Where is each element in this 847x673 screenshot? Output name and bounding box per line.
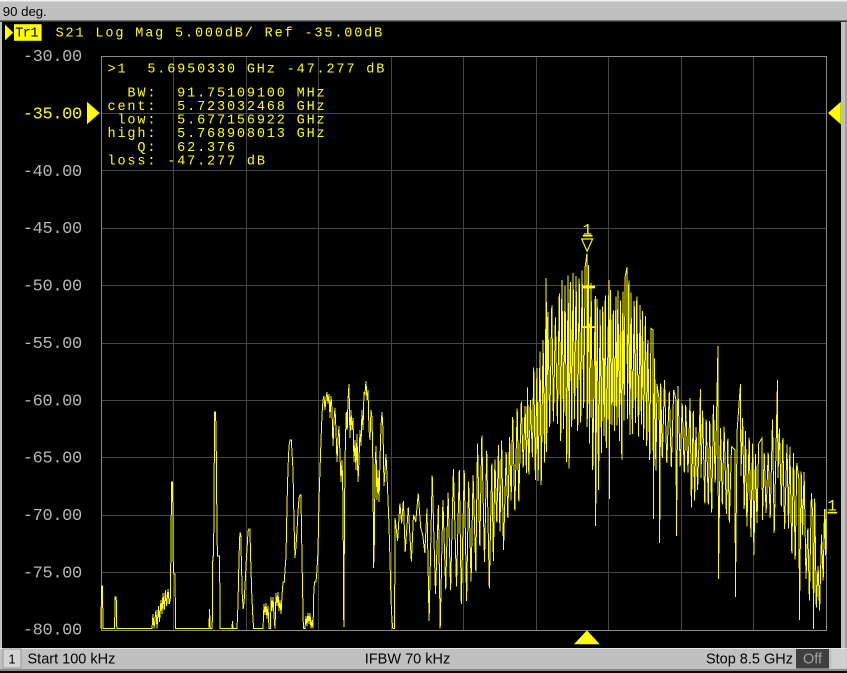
svg-text:-40.00: -40.00 bbox=[23, 163, 82, 182]
svg-text:>1 5.6950330 GHz -47.277 dB: >1 5.6950330 GHz -47.277 dB bbox=[108, 63, 387, 78]
svg-text:-75.00: -75.00 bbox=[23, 564, 82, 583]
svg-text:-70.00: -70.00 bbox=[23, 507, 82, 526]
svg-text:-65.00: -65.00 bbox=[23, 450, 82, 469]
svg-text:Tr1: Tr1 bbox=[15, 26, 40, 41]
svg-text:90 deg.: 90 deg. bbox=[3, 4, 47, 19]
svg-text:1: 1 bbox=[8, 652, 15, 667]
svg-text:-55.00: -55.00 bbox=[23, 335, 82, 354]
svg-text:-50.00: -50.00 bbox=[23, 278, 82, 297]
svg-text:-45.00: -45.00 bbox=[23, 220, 82, 239]
svg-text:-60.00: -60.00 bbox=[23, 392, 82, 411]
svg-text:1: 1 bbox=[583, 222, 592, 240]
svg-text:Stop 8.5 GHz: Stop 8.5 GHz bbox=[706, 652, 793, 668]
svg-text:Start 100 kHz: Start 100 kHz bbox=[28, 652, 116, 668]
svg-text:S21 Log Mag 5.000dB/ Ref -35.0: S21 Log Mag 5.000dB/ Ref -35.00dB bbox=[56, 26, 384, 41]
svg-text:-35.00: -35.00 bbox=[23, 106, 82, 125]
svg-text:-30.00: -30.00 bbox=[23, 48, 82, 67]
svg-text:Off: Off bbox=[803, 652, 823, 668]
svg-text:loss: -47.277 dB: loss: -47.277 dB bbox=[108, 154, 267, 169]
svg-text:-80.00: -80.00 bbox=[23, 622, 82, 641]
svg-text:IFBW 70 kHz: IFBW 70 kHz bbox=[365, 652, 450, 668]
